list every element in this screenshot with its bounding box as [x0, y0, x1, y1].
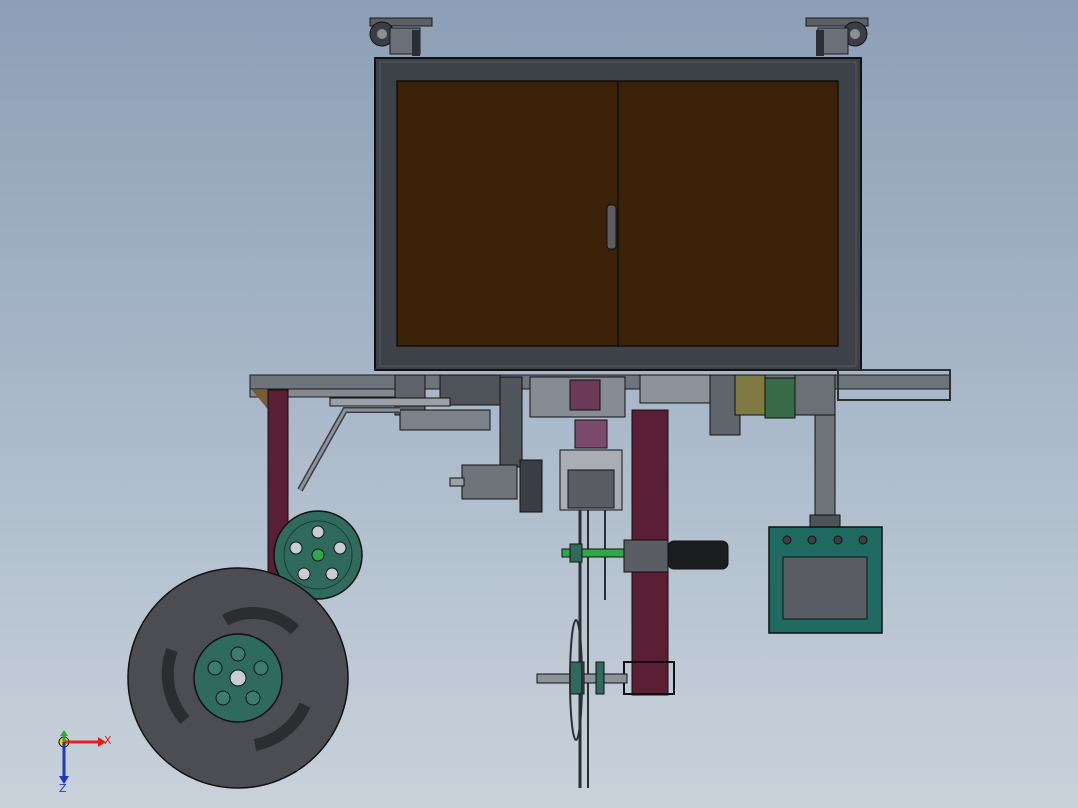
control-panel-assembly: [768, 414, 883, 634]
electrical-cabinet: [374, 57, 862, 371]
top-left-caster: [369, 17, 433, 56]
cabinet-door-left: [396, 80, 619, 347]
door-handle: [606, 204, 617, 250]
cad-viewport[interactable]: X Z: [0, 0, 1078, 808]
top-right-caster: [805, 17, 869, 56]
x-axis-label: X: [104, 734, 112, 747]
cabinet-door-right: [617, 80, 839, 347]
assembly-drawing: X Z: [58, 17, 951, 795]
coordinate-triad: X Z: [58, 730, 112, 795]
large-drive-wheel: [127, 567, 349, 789]
z-axis-label: Z: [59, 782, 67, 795]
panel-screen: [782, 556, 868, 620]
